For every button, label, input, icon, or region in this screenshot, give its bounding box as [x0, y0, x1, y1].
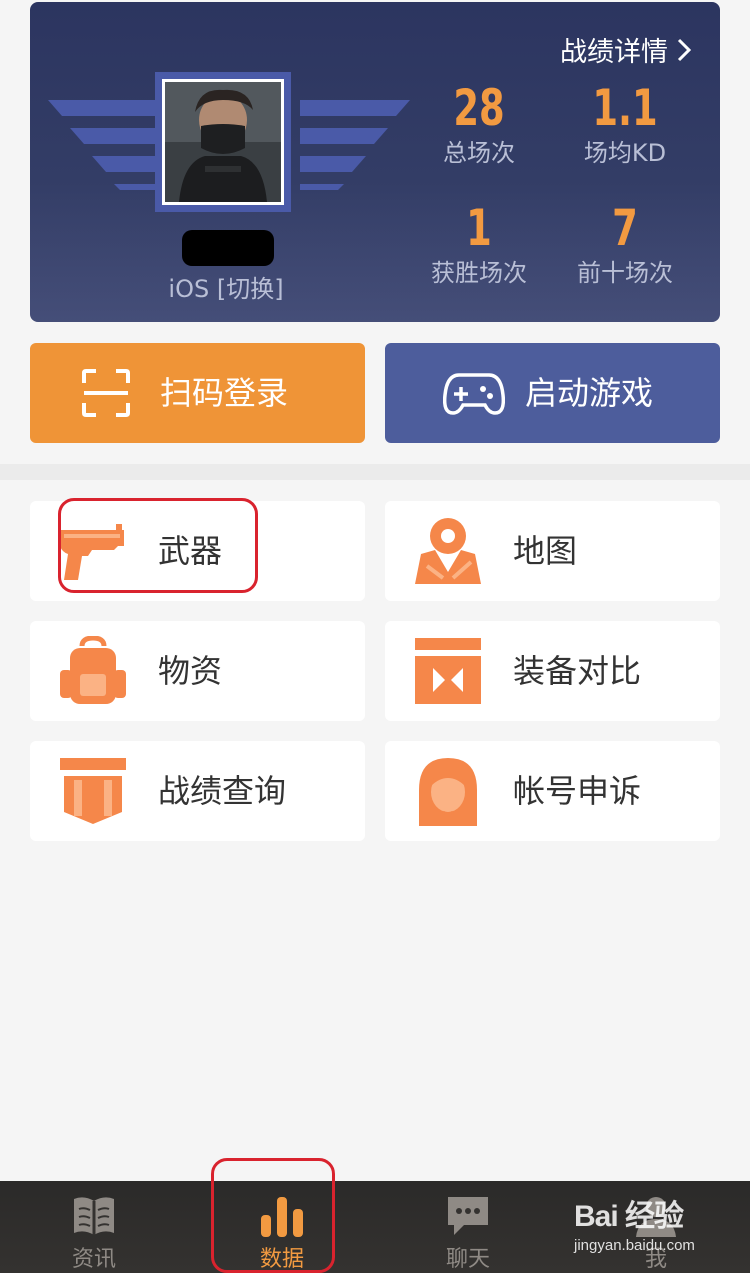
backpack-icon — [60, 636, 126, 704]
left-wing-emblem — [48, 100, 158, 190]
gear-compare-label: 装备对比 — [513, 652, 642, 690]
stat-total-matches: 28 总场次 — [419, 80, 539, 168]
baidu-jingyan-watermark: Bai 经验 jingyan.baidu.com — [574, 1191, 724, 1261]
customer-service-icon — [419, 758, 477, 826]
stat-label: 场均KD — [583, 139, 667, 167]
map-label: 地图 — [513, 532, 578, 570]
account-appeal-label: 帐号申诉 — [513, 772, 642, 810]
section-divider — [0, 464, 750, 480]
stat-avg-kd: 1.1 场均KD — [565, 80, 685, 168]
tile-record-query[interactable]: 战绩查询 — [30, 741, 365, 841]
chat-bubble-icon — [448, 1197, 488, 1235]
stats-detail-label: 战绩详情 — [560, 37, 668, 68]
nav-chat-label: 聊天 — [445, 1247, 490, 1272]
stat-label: 获胜场次 — [431, 259, 527, 287]
nav-chat[interactable]: 聊天 — [408, 1181, 528, 1273]
weapons-highlight-annotation — [58, 498, 258, 593]
nav-news[interactable]: 资讯 — [34, 1181, 154, 1273]
stat-label: 前十场次 — [577, 259, 673, 287]
stat-value: 1 — [466, 199, 492, 257]
chevron-right-icon — [677, 38, 692, 61]
tile-map[interactable]: 地图 — [385, 501, 720, 601]
platform-switch-link[interactable]: iOS [切换] — [160, 269, 292, 304]
scan-login-label: 扫码登录 — [160, 374, 289, 412]
avatar-portrait-image — [165, 82, 281, 202]
map-pin-icon — [415, 518, 481, 584]
scan-qr-icon — [82, 369, 130, 417]
gamepad-icon — [443, 373, 505, 415]
stat-value: 1.1 — [592, 79, 658, 137]
nav-news-label: 资讯 — [71, 1247, 116, 1272]
tile-gear-compare[interactable]: 装备对比 — [385, 621, 720, 721]
redacted-username — [182, 230, 274, 266]
supplies-label: 物资 — [158, 652, 223, 690]
tile-supplies[interactable]: 物资 — [30, 621, 365, 721]
record-shield-icon — [60, 758, 126, 824]
profile-card: iOS [切换] 战绩详情 28 总场次 1.1 场均KD 1 获胜场次 7 前… — [30, 2, 720, 322]
launch-game-label: 启动游戏 — [525, 374, 654, 412]
stat-value: 7 — [612, 199, 638, 257]
stat-wins: 1 获胜场次 — [419, 200, 539, 288]
watermark-url-text: jingyan.baidu.com — [574, 1237, 695, 1254]
compare-icon — [415, 638, 481, 704]
watermark-main-text: Bai 经验 — [574, 1200, 684, 1233]
data-tab-highlight-annotation — [211, 1158, 335, 1273]
stat-top-ten: 7 前十场次 — [565, 200, 685, 288]
launch-game-button[interactable]: 启动游戏 — [385, 343, 720, 443]
right-wing-emblem — [300, 100, 410, 190]
book-icon — [74, 1197, 114, 1235]
avatar[interactable] — [155, 72, 291, 212]
tile-account-appeal[interactable]: 帐号申诉 — [385, 741, 720, 841]
stat-value: 28 — [453, 79, 505, 137]
record-query-label: 战绩查询 — [158, 772, 287, 810]
scan-login-button[interactable]: 扫码登录 — [30, 343, 365, 443]
stat-label: 总场次 — [443, 139, 515, 167]
stats-detail-link[interactable]: 战绩详情 — [560, 30, 692, 69]
